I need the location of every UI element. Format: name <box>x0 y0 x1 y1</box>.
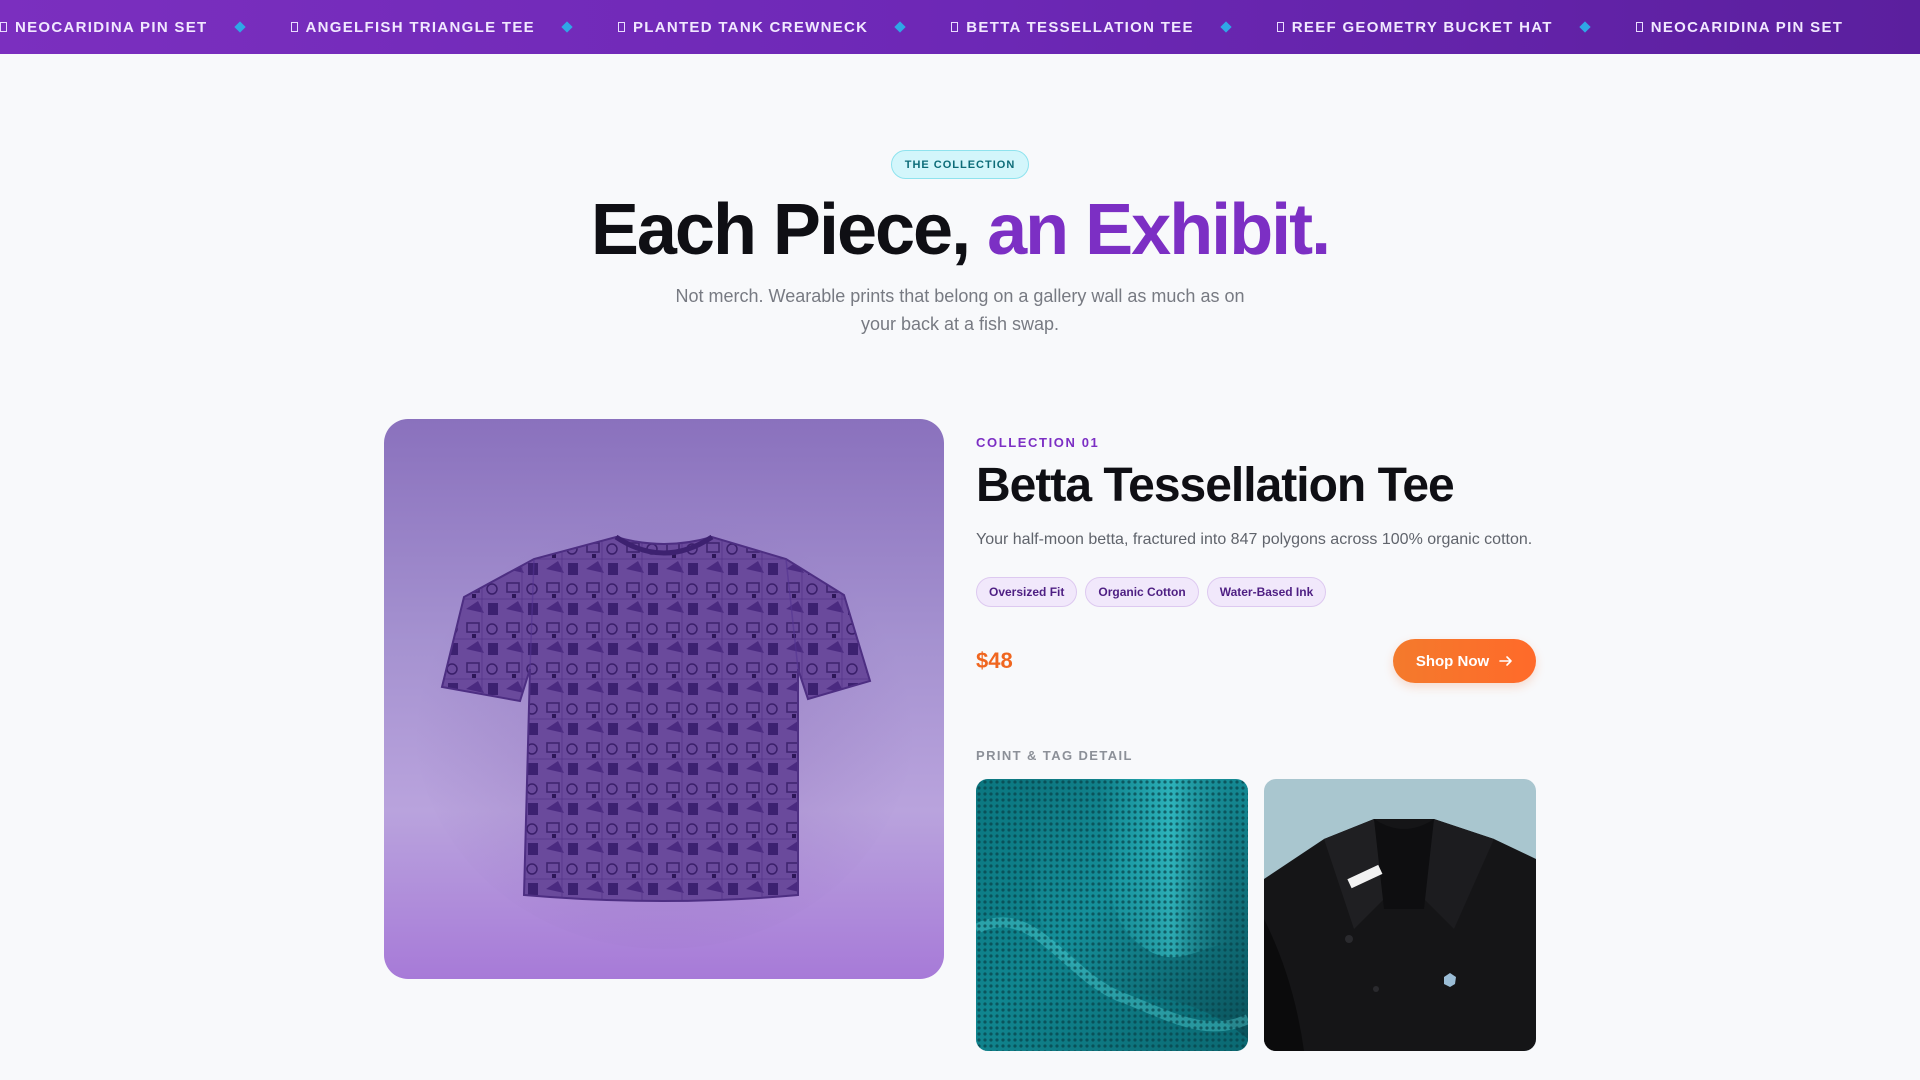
detail-label: PRINT & TAG DETAIL <box>976 748 1133 763</box>
tag-oversized-fit: Oversized Fit <box>976 577 1078 607</box>
tshirt-image <box>414 489 914 949</box>
collection-badge: THE COLLECTION <box>891 150 1029 179</box>
ticker-item: PLANTED TANK CREWNECK <box>617 18 869 36</box>
diamond-separator-icon <box>233 21 246 33</box>
ticker-glyph-icon <box>1276 22 1284 32</box>
product-tags: Oversized Fit Organic Cotton Water-Based… <box>976 577 1327 607</box>
ticker-item: NEOCARIDINA PIN SET <box>1635 18 1844 36</box>
ticker-item: BETTA TESSELLATION TEE <box>951 19 1194 36</box>
black-polo-image <box>1264 779 1536 1051</box>
tag-organic-cotton: Organic Cotton <box>1085 577 1199 607</box>
ticker-glyph-icon <box>290 22 298 32</box>
product-price: $48 <box>976 648 1013 673</box>
diamond-separator-icon <box>561 21 573 33</box>
diamond-separator-icon <box>1579 21 1591 33</box>
title-main: Each Piece, <box>590 190 971 270</box>
product-image[interactable] <box>384 419 944 979</box>
title-accent: an Exhibit. <box>987 190 1331 270</box>
diamond-separator-icon <box>894 21 906 33</box>
ticker-item-label: BETTA TESSELLATION TEE <box>966 18 1194 36</box>
product-ticker: NEOCARIDINA PIN SET ANGELFISH TRIANGLE TE… <box>0 0 1920 54</box>
ticker-item-label: NEOCARIDINA PIN SET <box>15 18 208 36</box>
ticker-glyph-icon <box>617 22 625 32</box>
tag-water-based-ink: Water-Based Ink <box>1206 577 1327 607</box>
ticker-item: NEOCARIDINA PIN SET <box>0 19 208 36</box>
ticker-item-label: REEF GEOMETRY BUCKET HAT <box>1291 18 1553 36</box>
diamond-separator-icon <box>1220 21 1232 33</box>
ticker-item-label: ANGELFISH TRIANGLE TEE <box>305 18 535 36</box>
ticker-glyph-icon <box>1635 22 1643 32</box>
shop-now-button[interactable]: Shop Now <box>1393 639 1536 683</box>
shop-now-label: Shop Now <box>1415 652 1490 670</box>
mesh-fabric-image <box>976 779 1248 1051</box>
ticker-item-label: NEOCARIDINA PIN SET <box>1650 18 1844 36</box>
ticker-item: REEF GEOMETRY BUCKET HAT <box>1276 18 1553 36</box>
collection-label: COLLECTION 01 <box>976 435 1100 450</box>
hero-subtitle: Not merch. Wearable prints that belong o… <box>675 286 1245 334</box>
ticker-glyph-icon <box>951 22 959 32</box>
ticker-item-label: PLANTED TANK CREWNECK <box>632 18 869 36</box>
ticker-track: NEOCARIDINA PIN SET ANGELFISH TRIANGLE TE… <box>0 0 1843 54</box>
print-detail-thumbnail[interactable] <box>976 779 1248 1051</box>
ticker-item: ANGELFISH TRIANGLE TEE <box>290 18 535 36</box>
tag-detail-thumbnail[interactable] <box>1264 779 1536 1051</box>
page-title: Each Piece, an Exhibit. <box>0 188 1920 272</box>
product-description: Your half-moon betta, fractured into 847… <box>976 531 1533 548</box>
product-name: Betta Tessellation Tee <box>976 459 1455 512</box>
ticker-glyph-icon <box>0 22 7 32</box>
arrow-right-icon <box>1499 656 1512 666</box>
